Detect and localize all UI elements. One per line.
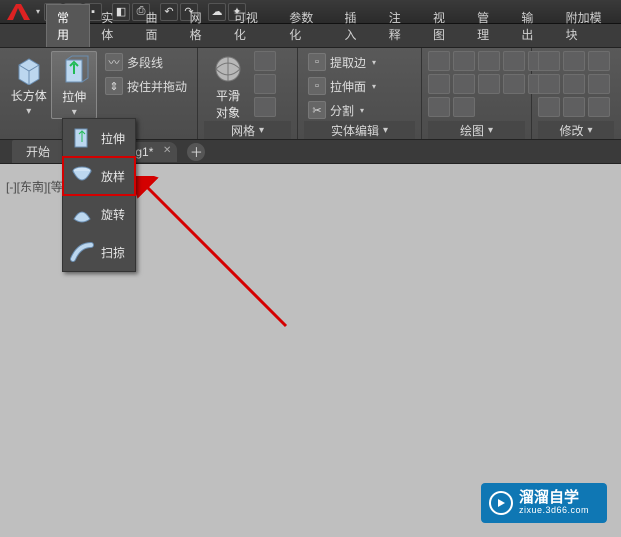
draw-tool[interactable] bbox=[503, 51, 525, 71]
ribbon-tab-addins[interactable]: 附加模块 bbox=[555, 4, 621, 47]
ws-add-button[interactable]: ＋ bbox=[187, 143, 205, 161]
modify-tool[interactable] bbox=[563, 51, 585, 71]
polyline-icon: 〰 bbox=[105, 53, 123, 71]
draw-tool[interactable] bbox=[428, 74, 450, 94]
modify-tool[interactable] bbox=[538, 97, 560, 117]
modify-tool[interactable] bbox=[588, 51, 610, 71]
modify-tool[interactable] bbox=[563, 74, 585, 94]
ribbon-tab-output[interactable]: 输出 bbox=[510, 4, 554, 47]
presspull-button[interactable]: ⇕ 按住并拖动 bbox=[101, 75, 191, 97]
smooth-button[interactable]: 平滑 对象 bbox=[204, 51, 252, 121]
play-icon bbox=[489, 491, 513, 515]
annotation-arrow bbox=[136, 176, 306, 346]
panel-draw-label: 绘图 bbox=[460, 122, 484, 139]
section-icon: ✂ bbox=[308, 101, 326, 119]
panel-draw: 绘图 ▾ bbox=[422, 48, 532, 139]
dropdown-item-extrude[interactable]: 拉伸 bbox=[63, 119, 135, 157]
ribbon-tab-home[interactable]: 常用 bbox=[46, 4, 90, 47]
dropdown-item-sweep[interactable]: 扫掠 bbox=[63, 233, 135, 271]
draw-tool[interactable] bbox=[478, 51, 500, 71]
viewport-label[interactable]: [-][东南][等] bbox=[6, 178, 66, 195]
presspull-icon: ⇕ bbox=[105, 77, 123, 95]
ws-tab-label: 开始 bbox=[26, 145, 50, 159]
panel-modify: 修改 ▾ bbox=[532, 48, 620, 139]
extrude-caret-icon: ▾ bbox=[72, 107, 77, 118]
box-label: 长方体 bbox=[11, 87, 47, 104]
presspull-label: 按住并拖动 bbox=[127, 78, 187, 95]
polyline-button[interactable]: 〰 多段线 bbox=[101, 51, 191, 73]
extract-edge-label: 提取边 bbox=[330, 54, 366, 71]
ribbon-tab-param[interactable]: 参数化 bbox=[278, 4, 333, 47]
extrude-label: 拉伸 bbox=[62, 88, 86, 105]
draw-tool[interactable] bbox=[503, 74, 525, 94]
section-label: 分割 bbox=[330, 102, 354, 119]
box-caret-icon: ▾ bbox=[26, 106, 31, 117]
polyline-label: 多段线 bbox=[127, 54, 163, 71]
draw-tool[interactable] bbox=[453, 74, 475, 94]
panel-smooth: 平滑 对象 网格 ▾ bbox=[198, 48, 298, 139]
modify-tool[interactable] bbox=[563, 97, 585, 117]
smooth-label: 平滑 对象 bbox=[216, 87, 240, 121]
panel-solidedit: ▫ 提取边 ▫ 拉伸面 ✂ 分割 实体编辑 ▾ bbox=[298, 48, 422, 139]
close-icon[interactable]: ✕ bbox=[163, 145, 171, 156]
ribbon-tab-manage[interactable]: 管理 bbox=[466, 4, 510, 47]
extrude-face-button[interactable]: ▫ 拉伸面 bbox=[304, 75, 415, 97]
dropdown-item-revolve[interactable]: 旋转 bbox=[63, 195, 135, 233]
mesh-tool-2[interactable] bbox=[254, 74, 276, 94]
dropdown-item-loft[interactable]: 放样 bbox=[63, 157, 135, 195]
dropdown-label: 放样 bbox=[101, 168, 125, 185]
dropdown-label: 扫掠 bbox=[101, 244, 125, 261]
draw-tool[interactable] bbox=[453, 97, 475, 117]
modify-tool[interactable] bbox=[588, 97, 610, 117]
ribbon-tabbar: 常用 实体 曲面 网格 可视化 参数化 插入 注释 视图 管理 输出 附加模块 bbox=[0, 24, 621, 48]
panel-solidedit-label: 实体编辑 bbox=[331, 122, 379, 139]
app-menu-caret[interactable]: ▾ bbox=[36, 7, 40, 16]
modify-tool[interactable] bbox=[538, 51, 560, 71]
dropdown-label: 旋转 bbox=[101, 206, 125, 223]
panel-solidedit-footer[interactable]: 实体编辑 ▾ bbox=[304, 121, 415, 139]
modify-tool[interactable] bbox=[538, 74, 560, 94]
watermark-title: 溜溜自学 bbox=[519, 490, 589, 507]
panel-modify-label: 修改 bbox=[559, 122, 583, 139]
ribbon-tab-insert[interactable]: 插入 bbox=[334, 4, 378, 47]
modify-tool[interactable] bbox=[588, 74, 610, 94]
app-logo[interactable] bbox=[4, 2, 32, 22]
extrude-button[interactable]: 拉伸 ▾ bbox=[51, 51, 97, 119]
extract-edge-icon: ▫ bbox=[308, 53, 326, 71]
ribbon-tab-solid[interactable]: 实体 bbox=[90, 4, 134, 47]
dropdown-label: 拉伸 bbox=[101, 130, 125, 147]
mesh-tool-3[interactable] bbox=[254, 97, 276, 117]
watermark: 溜溜自学 zixue.3d66.com bbox=[481, 483, 607, 523]
mesh-tool-1[interactable] bbox=[254, 51, 276, 71]
box-button[interactable]: 长方体 ▾ bbox=[6, 51, 51, 117]
draw-tool[interactable] bbox=[478, 74, 500, 94]
ribbon-tab-view[interactable]: 视图 bbox=[422, 4, 466, 47]
draw-tool[interactable] bbox=[428, 51, 450, 71]
ribbon-tab-annot[interactable]: 注释 bbox=[378, 4, 422, 47]
watermark-url: zixue.3d66.com bbox=[519, 506, 589, 516]
ribbon-tab-mesh[interactable]: 网格 bbox=[179, 4, 223, 47]
extrude-face-label: 拉伸面 bbox=[330, 78, 366, 95]
draw-tool[interactable] bbox=[453, 51, 475, 71]
ribbon-tab-visual[interactable]: 可视化 bbox=[223, 4, 278, 47]
ribbon-tab-surface[interactable]: 曲面 bbox=[134, 4, 178, 47]
panel-modify-footer[interactable]: 修改 ▾ bbox=[538, 121, 614, 139]
panel-draw-footer[interactable]: 绘图 ▾ bbox=[428, 121, 525, 139]
panel-mesh-label: 网格 bbox=[231, 122, 255, 139]
panel-smooth-footer[interactable]: 网格 ▾ bbox=[204, 121, 291, 139]
extrude-face-icon: ▫ bbox=[308, 77, 326, 95]
extrude-dropdown: 拉伸 放样 旋转 扫掠 bbox=[62, 118, 136, 272]
draw-tool[interactable] bbox=[428, 97, 450, 117]
section-button[interactable]: ✂ 分割 bbox=[304, 99, 415, 121]
extract-edge-button[interactable]: ▫ 提取边 bbox=[304, 51, 415, 73]
